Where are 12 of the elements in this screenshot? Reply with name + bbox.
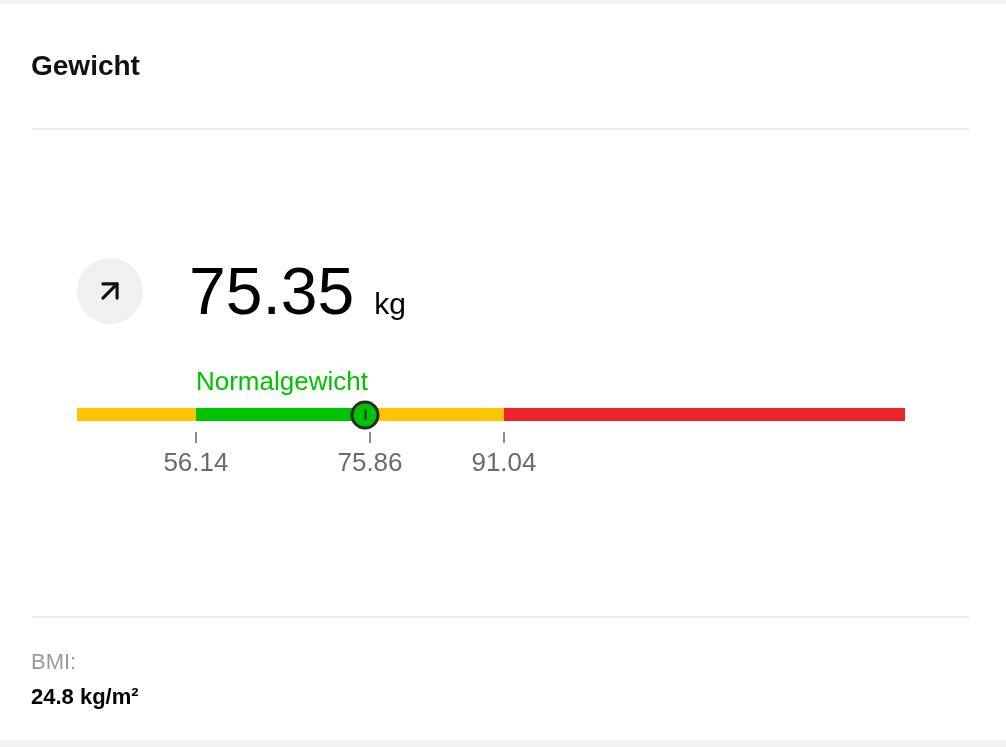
scale-limit-label: 56.14 bbox=[163, 447, 229, 477]
weight-value: 75.35 bbox=[189, 258, 355, 324]
tick-mark-icon bbox=[502, 432, 505, 443]
card-title: Gewicht bbox=[31, 49, 140, 83]
scale-limit-label: 91.04 bbox=[471, 447, 537, 477]
tick-mark-icon bbox=[369, 432, 371, 443]
bmi-value: 24.8 kg/m² bbox=[31, 684, 139, 710]
tick-mark-icon bbox=[194, 432, 197, 443]
bmi-label: BMI: bbox=[31, 649, 77, 675]
weight-category-label: Normalgewicht bbox=[195, 366, 368, 396]
scale-limit-label: 75.86 bbox=[337, 447, 403, 477]
weight-unit: kg bbox=[374, 287, 406, 321]
